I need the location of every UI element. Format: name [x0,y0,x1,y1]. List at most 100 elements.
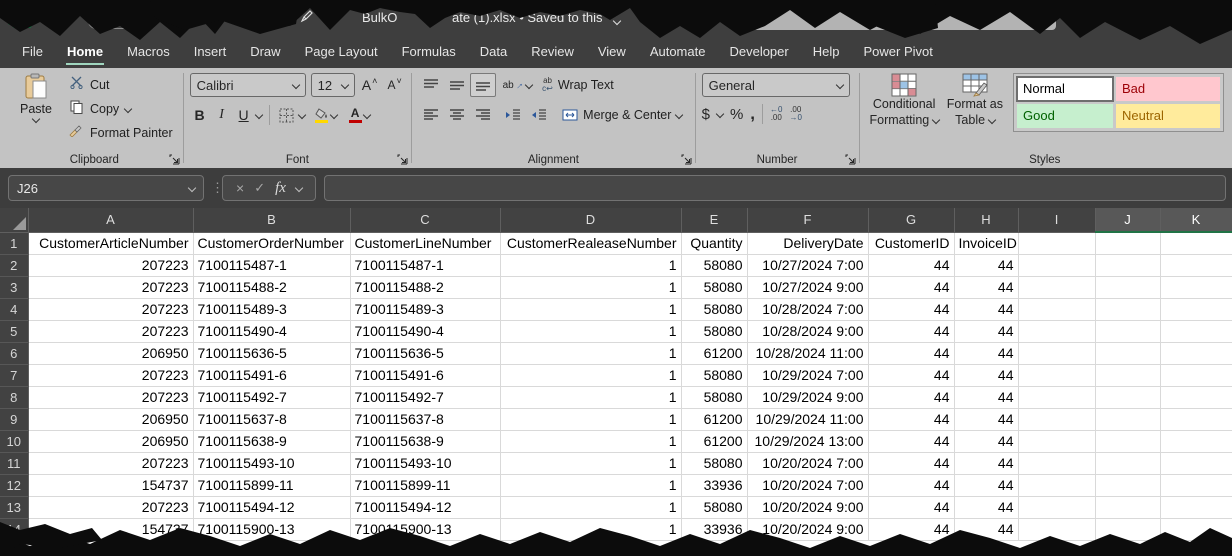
cell-I3[interactable] [1018,276,1095,298]
cell-D11[interactable]: 1 [500,452,681,474]
cell-F13[interactable]: 10/20/2024 9:00 [747,496,868,518]
cell-G2[interactable]: 44 [868,254,954,276]
cell-E5[interactable]: 58080 [681,320,747,342]
number-dialog-launcher[interactable] [845,154,856,165]
decrease-indent-button[interactable] [500,103,526,127]
cell-E12[interactable]: 33936 [681,474,747,496]
cell-D8[interactable]: 1 [500,386,681,408]
cell-H11[interactable]: 44 [954,452,1018,474]
increase-font-size-button[interactable]: A˄ [360,73,380,97]
cell-I4[interactable] [1018,298,1095,320]
cell-I11[interactable] [1018,452,1095,474]
cell-B13[interactable]: 7100115494-12 [193,496,350,518]
tab-developer[interactable]: Developer [717,38,800,68]
cell-H4[interactable]: 44 [954,298,1018,320]
bold-button[interactable]: B [190,103,210,127]
cell-J7[interactable] [1095,364,1160,386]
cell-K13[interactable] [1160,496,1232,518]
cell-A14[interactable]: 154737 [28,518,193,540]
cell-E6[interactable]: 61200 [681,342,747,364]
align-top-button[interactable] [418,73,444,97]
cell-E3[interactable]: 58080 [681,276,747,298]
cell-G11[interactable]: 44 [868,452,954,474]
cell-F8[interactable]: 10/29/2024 9:00 [747,386,868,408]
cell-A5[interactable]: 207223 [28,320,193,342]
cell-H10[interactable]: 44 [954,430,1018,452]
cell-K2[interactable] [1160,254,1232,276]
cell-G5[interactable]: 44 [868,320,954,342]
cell-J9[interactable] [1095,408,1160,430]
cell-E10[interactable]: 61200 [681,430,747,452]
cell-F5[interactable]: 10/28/2024 9:00 [747,320,868,342]
align-right-button[interactable] [470,103,496,127]
cell-A1[interactable]: CustomerArticleNumber [28,232,193,254]
row-header-2[interactable]: 2 [0,254,28,276]
increase-indent-button[interactable] [526,103,552,127]
cell-K9[interactable] [1160,408,1232,430]
cell-F1[interactable]: DeliveryDate [747,232,868,254]
cell-I5[interactable] [1018,320,1095,342]
tab-macros[interactable]: Macros [115,38,182,68]
cell-C8[interactable]: 7100115492-7 [350,386,500,408]
wrap-text-button[interactable]: ab c↩ Wrap Text [542,77,614,93]
currency-format-button[interactable]: $ [702,106,710,123]
cell-D3[interactable]: 1 [500,276,681,298]
cell-F9[interactable]: 10/29/2024 11:00 [747,408,868,430]
percent-format-button[interactable]: % [730,106,743,123]
search-box[interactable] [753,5,1056,30]
cell-E11[interactable]: 58080 [681,452,747,474]
tab-review[interactable]: Review [519,38,586,68]
cell-B7[interactable]: 7100115491-6 [193,364,350,386]
cell-F7[interactable]: 10/29/2024 7:00 [747,364,868,386]
cell-K6[interactable] [1160,342,1232,364]
cell-J6[interactable] [1095,342,1160,364]
format-painter-button[interactable]: Format Painter [68,121,173,145]
cell-B11[interactable]: 7100115493-10 [193,452,350,474]
cell-B10[interactable]: 7100115638-9 [193,430,350,452]
cell-J2[interactable] [1095,254,1160,276]
insert-function-icon[interactable]: fx [275,180,286,197]
cell-G12[interactable]: 44 [868,474,954,496]
row-header-11[interactable]: 11 [0,452,28,474]
cell-C6[interactable]: 7100115636-5 [350,342,500,364]
cell-J3[interactable] [1095,276,1160,298]
column-header-E[interactable]: E [681,208,747,232]
cell-D13[interactable]: 1 [500,496,681,518]
align-left-button[interactable] [418,103,444,127]
cell-G9[interactable]: 44 [868,408,954,430]
cell-D9[interactable]: 1 [500,408,681,430]
cell-F10[interactable]: 10/29/2024 13:00 [747,430,868,452]
cell-H7[interactable]: 44 [954,364,1018,386]
cell-I1[interactable] [1018,232,1095,254]
cell-E2[interactable]: 58080 [681,254,747,276]
select-all-corner[interactable] [0,208,28,232]
clipboard-dialog-launcher[interactable] [169,154,180,165]
row-header-6[interactable]: 6 [0,342,28,364]
cell-I7[interactable] [1018,364,1095,386]
cell-K10[interactable] [1160,430,1232,452]
cell-I12[interactable] [1018,474,1095,496]
cell-H2[interactable]: 44 [954,254,1018,276]
cell-A3[interactable]: 207223 [28,276,193,298]
cell-H14[interactable]: 44 [954,518,1018,540]
cell-K1[interactable] [1160,232,1232,254]
cell-F11[interactable]: 10/20/2024 7:00 [747,452,868,474]
style-good[interactable]: Good [1017,104,1113,128]
cut-button[interactable]: Cut [68,73,173,97]
cell-J12[interactable] [1095,474,1160,496]
cell-F2[interactable]: 10/27/2024 7:00 [747,254,868,276]
cell-E13[interactable]: 58080 [681,496,747,518]
cell-C3[interactable]: 7100115488-2 [350,276,500,298]
cell-K8[interactable] [1160,386,1232,408]
cell-B12[interactable]: 7100115899-11 [193,474,350,496]
cell-D10[interactable]: 1 [500,430,681,452]
cell-B1[interactable]: CustomerOrderNumber [193,232,350,254]
tab-file[interactable]: File [10,38,55,68]
cell-A8[interactable]: 207223 [28,386,193,408]
row-header-3[interactable]: 3 [0,276,28,298]
font-color-button[interactable]: A [349,108,362,123]
paste-button[interactable]: Paste [12,73,60,122]
cell-G6[interactable]: 44 [868,342,954,364]
cell-F6[interactable]: 10/28/2024 11:00 [747,342,868,364]
cell-G13[interactable]: 44 [868,496,954,518]
